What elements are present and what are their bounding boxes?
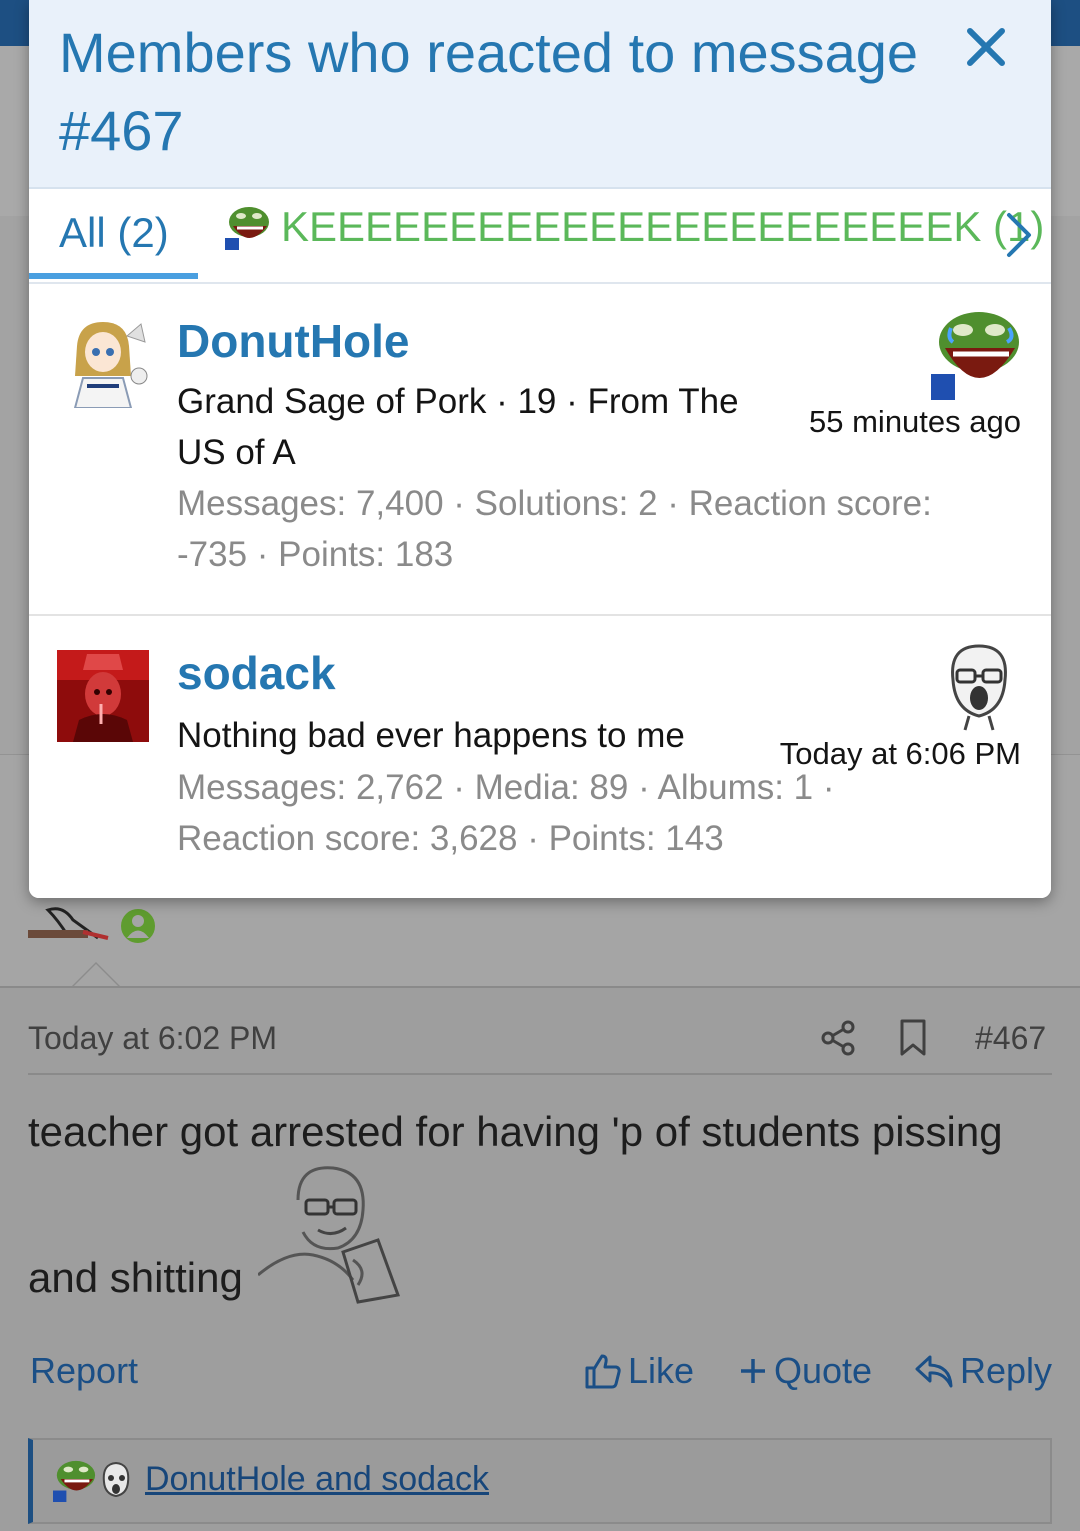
modal-header: Members who reacted to message #467 xyxy=(29,0,1051,189)
close-icon[interactable] xyxy=(963,24,1009,70)
reaction-tabs: All (2) KEEEEEEEEEEEEEEEEEEEEEEEK (1) xyxy=(29,189,1051,284)
reply-button[interactable]: Reply xyxy=(914,1350,1052,1392)
post-header-divider xyxy=(28,1073,1052,1075)
plus-icon xyxy=(741,1359,765,1383)
wojak-reading-emoji-icon xyxy=(258,1166,401,1304)
like-label: Like xyxy=(628,1350,695,1391)
avatar[interactable] xyxy=(57,316,149,408)
member-title: Grand Sage of Pork · 19 · From The US of… xyxy=(177,382,739,472)
like-button[interactable]: Like xyxy=(584,1350,694,1392)
member-name[interactable]: DonutHole xyxy=(177,314,410,368)
report-link[interactable]: Report xyxy=(30,1350,138,1392)
member-stats: Messages: 2,762 · Media: 89 · Albums: 1 … xyxy=(177,768,835,858)
tab-keek[interactable]: KEEEEEEEEEEEEEEEEEEEEEEEK (1) xyxy=(225,203,1044,251)
reaction-time: Today at 6:06 PM xyxy=(779,736,1021,771)
modal-title: Members who reacted to message #467 xyxy=(59,21,919,162)
thumbs-up-icon xyxy=(585,1354,621,1389)
share-icon[interactable] xyxy=(818,1018,858,1058)
post-pointer xyxy=(70,962,122,988)
pepe-laugh-icon xyxy=(53,1460,96,1502)
reply-arrow-icon xyxy=(915,1355,953,1388)
quote-button[interactable]: Quote xyxy=(738,1350,872,1392)
active-tab-indicator xyxy=(29,273,198,279)
wojak-scream-icon xyxy=(951,644,1007,731)
post-number-link[interactable]: #467 xyxy=(975,1020,1046,1057)
member-row: DonutHole Grand Sage of Pork · 19 · From… xyxy=(29,284,1051,616)
member-stats: Messages: 7,400 · Solutions: 2 · Reactio… xyxy=(177,484,932,574)
reactions-summary-link[interactable]: DonutHole and sodack xyxy=(145,1460,489,1499)
reactions-summary-bar[interactable]: DonutHole and sodack xyxy=(28,1438,1052,1524)
post-body-line: and shitting xyxy=(28,1254,243,1301)
member-title: Nothing bad ever happens to me xyxy=(177,716,685,755)
pepe-laugh-icon xyxy=(225,207,269,250)
avatar[interactable] xyxy=(57,650,149,742)
bookmark-icon[interactable] xyxy=(898,1018,928,1058)
online-status-icon xyxy=(118,906,158,946)
tab-all[interactable]: All (2) xyxy=(59,209,169,257)
quote-label: Quote xyxy=(774,1350,873,1391)
post-body-line: teacher got arrested for having 'p of st… xyxy=(28,1108,1003,1155)
wojak-scream-icon xyxy=(102,1461,130,1498)
member-name[interactable]: sodack xyxy=(177,646,336,700)
member-row: sodack Nothing bad ever happens to me Me… xyxy=(29,616,1051,898)
chevron-right-icon[interactable] xyxy=(1003,211,1035,259)
post-timestamp[interactable]: Today at 6:02 PM xyxy=(28,1020,277,1057)
pepe-laugh-icon xyxy=(931,312,1019,400)
reply-label: Reply xyxy=(960,1350,1053,1391)
tab-keek-label: KEEEEEEEEEEEEEEEEEEEEEEEK (1) xyxy=(281,203,1045,250)
reaction-time: 55 minutes ago xyxy=(809,404,1021,439)
reactions-modal: Members who reacted to message #467 All … xyxy=(29,0,1051,898)
